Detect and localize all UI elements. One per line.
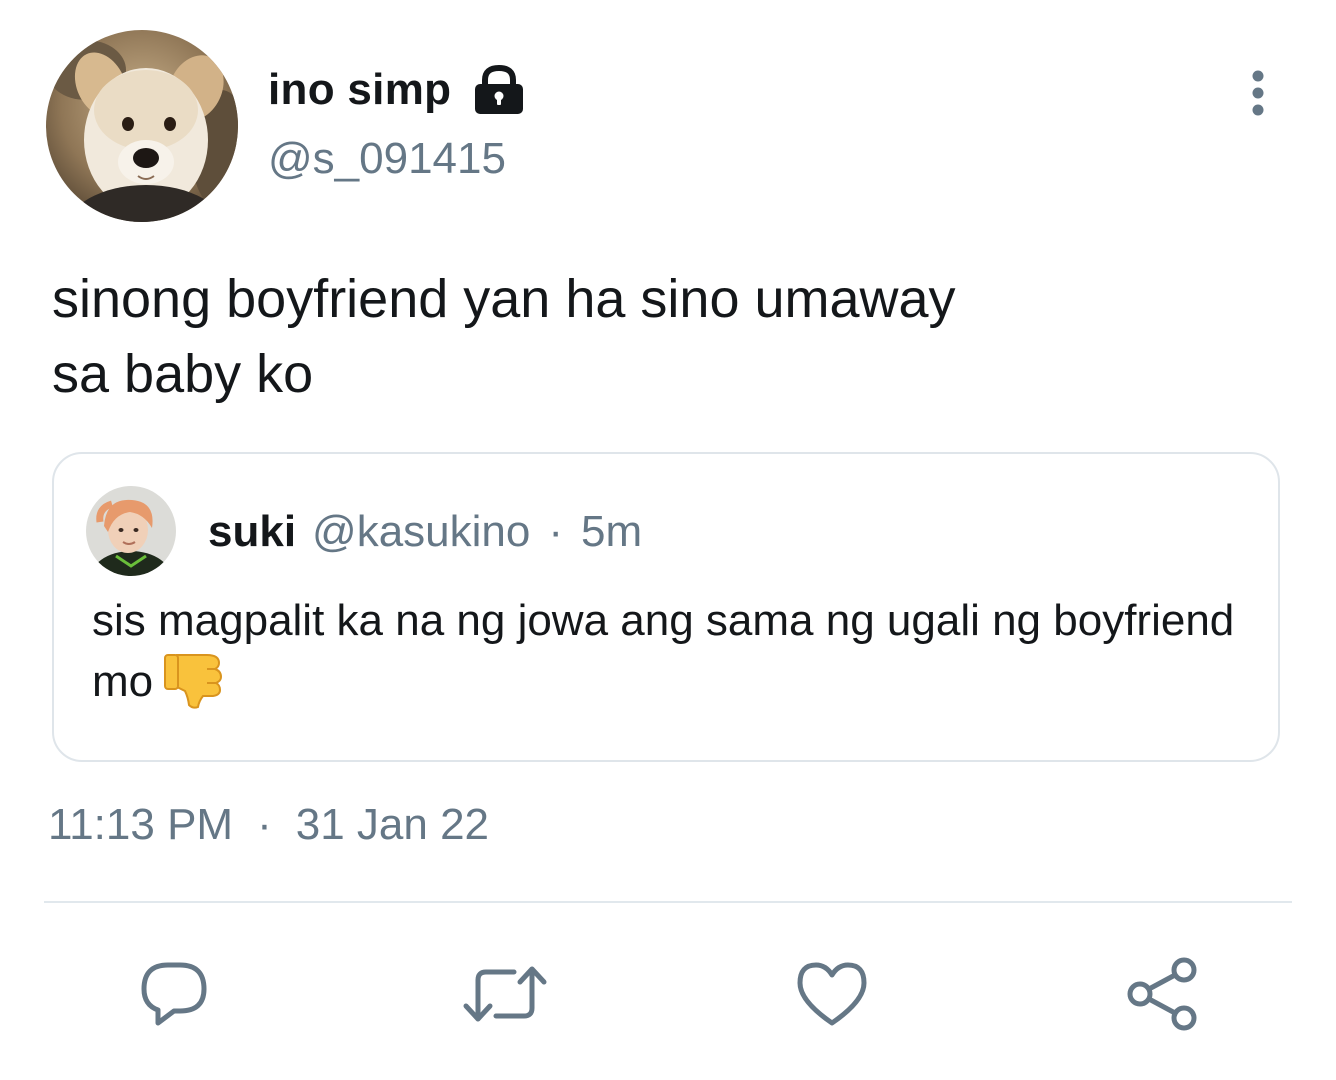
tweet-time: 11:13 PM [48,800,234,849]
reply-icon [138,959,210,1029]
quoted-tweet-body: sis magpalit ka na ng jowa ang sama ng u… [92,596,1235,706]
quoted-author-name[interactable]: suki [208,507,296,557]
dog-avatar-image [46,30,238,222]
author-name-row: ino simp [268,58,527,122]
quoted-tweet-card[interactable]: suki @kasukino · 5m sis magpalit ka na n… [52,452,1280,762]
like-icon [796,961,868,1027]
tweet-text: sinong boyfriend yan ha sino umaway sa b… [52,269,956,404]
share-icon [1124,956,1200,1032]
actions-divider [44,901,1292,903]
quoted-author-handle[interactable]: @kasukino [312,507,530,557]
author-display-name[interactable]: ino simp [268,65,451,115]
more-options-icon[interactable] [1240,68,1276,118]
author-avatar[interactable] [46,30,238,222]
lock-icon [471,64,527,116]
share-button[interactable] [1122,954,1202,1034]
quoted-separator: · [548,507,564,556]
tweet-timestamp[interactable]: 11:13 PM · 31 Jan 22 [48,800,489,850]
thumbs-down-icon [163,651,225,710]
quoted-tweet-header: suki @kasukino · 5m [208,504,642,560]
person-avatar-image [86,486,176,576]
author-handle[interactable]: @s_091415 [268,134,506,184]
quoted-tweet-time: 5m [581,507,643,556]
quoted-author-avatar[interactable] [86,486,176,576]
timestamp-separator: · [257,800,272,849]
quoted-tweet-text: sis magpalit ka na ng jowa ang sama ng u… [92,590,1252,712]
retweet-button[interactable] [460,954,550,1034]
reply-button[interactable] [134,954,214,1034]
retweet-icon [462,962,548,1026]
like-button[interactable] [792,954,872,1034]
tweet-date: 31 Jan 22 [295,800,490,849]
